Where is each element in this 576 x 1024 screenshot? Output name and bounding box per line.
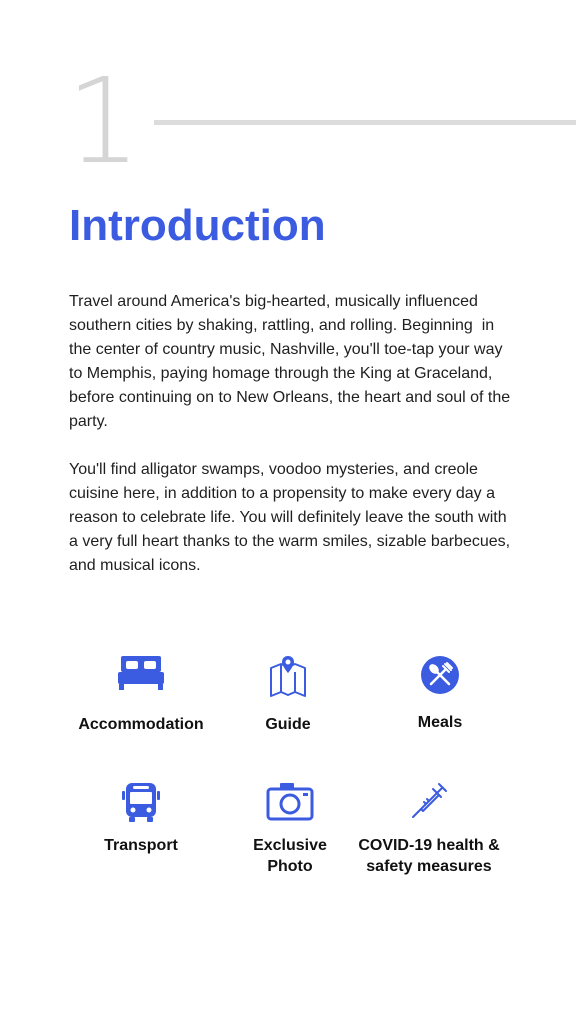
feature-label: Transport bbox=[104, 837, 178, 854]
section-number: 1 bbox=[66, 52, 142, 190]
feature-accommodation: Accommodation bbox=[56, 652, 226, 735]
feature-guide: Guide bbox=[203, 654, 373, 735]
feature-transport: Transport bbox=[56, 781, 226, 856]
feature-label: Accommodation bbox=[78, 716, 204, 733]
camera-icon bbox=[266, 783, 314, 821]
fork-spoon-icon bbox=[421, 656, 459, 694]
feature-covid-safety: COVID-19 health & safety measures bbox=[344, 781, 514, 877]
bus-icon bbox=[122, 783, 160, 822]
feature-label: Guide bbox=[265, 716, 311, 733]
feature-meals: Meals bbox=[355, 656, 525, 733]
feature-label: Meals bbox=[417, 714, 463, 731]
intro-text: Travel around America's big-hearted, mus… bbox=[69, 290, 519, 602]
bed-icon bbox=[118, 656, 164, 690]
syringe-icon bbox=[412, 783, 447, 818]
feature-label: COVID-19 health & safety measures bbox=[358, 837, 500, 875]
map-pin-icon bbox=[270, 656, 306, 697]
page-title: Introduction bbox=[69, 201, 326, 250]
section-divider bbox=[154, 120, 576, 125]
intro-paragraph: Travel around America's big-hearted, mus… bbox=[69, 293, 515, 430]
intro-paragraph: You'll find alligator swamps, voodoo mys… bbox=[69, 461, 515, 574]
feature-label: Exclusive Photo bbox=[253, 837, 327, 875]
